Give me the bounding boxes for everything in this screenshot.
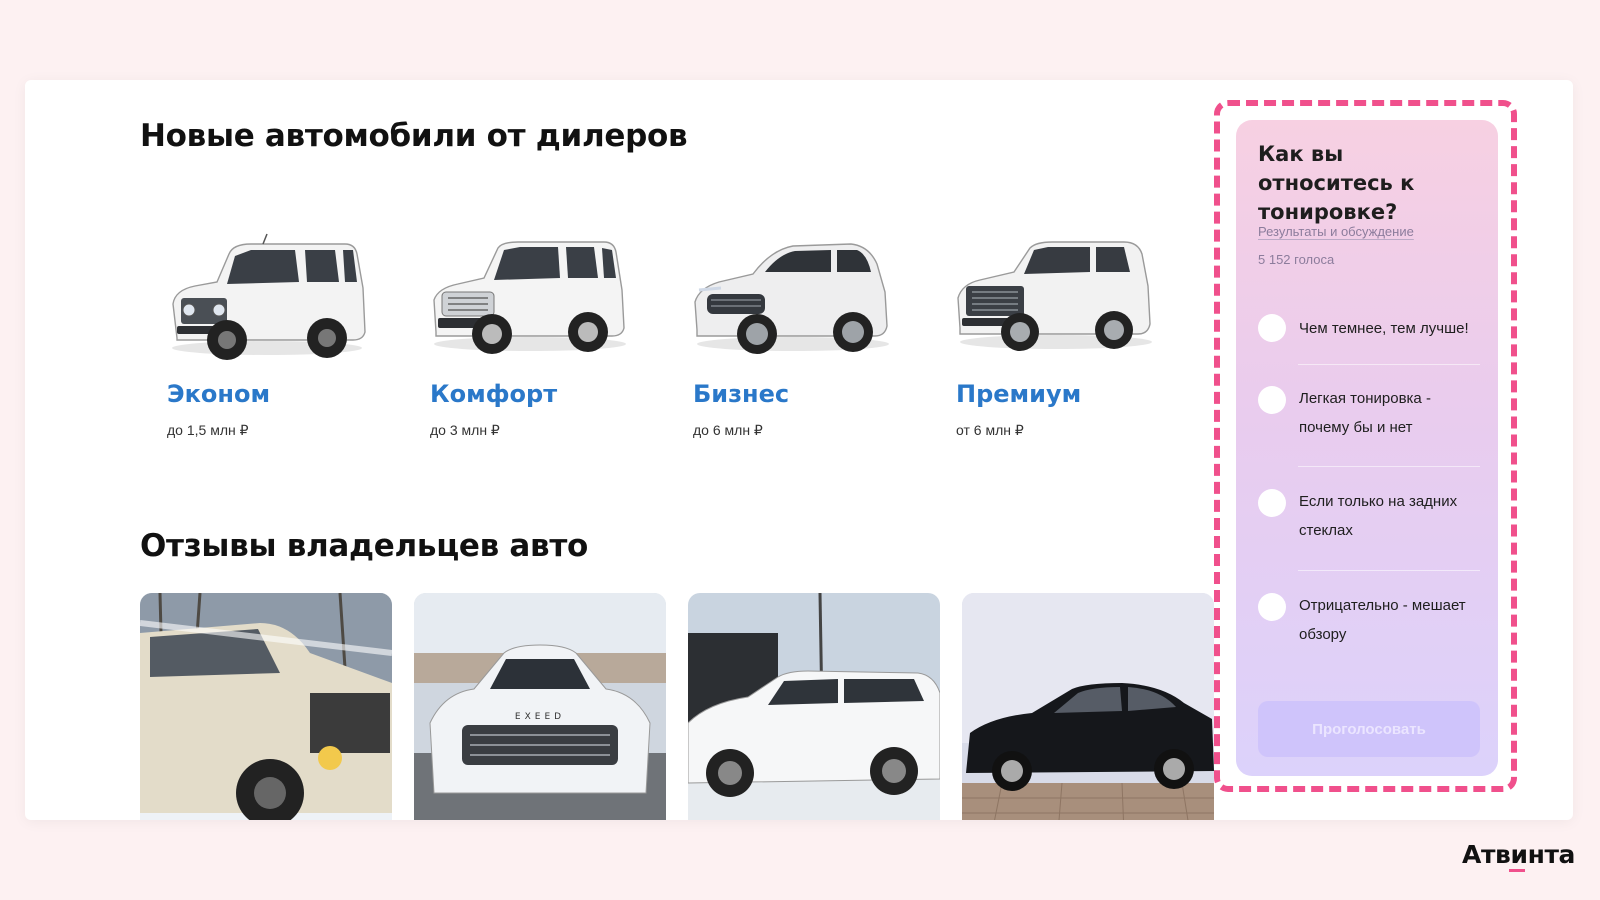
radio-button[interactable]	[1258, 386, 1286, 414]
review-photo-4[interactable]	[962, 593, 1214, 820]
poll-divider	[1298, 364, 1480, 365]
category-name[interactable]: Премиум	[956, 380, 1081, 408]
poll-vote-count: 5 152 голоса	[1258, 252, 1335, 267]
svg-text:EXEED: EXEED	[515, 712, 565, 722]
poll-option-4[interactable]: Отрицательно - мешает обзору	[1258, 591, 1478, 651]
review-photo-crossover: EXEED	[414, 593, 666, 820]
car-comfort-image	[433, 241, 626, 354]
review-photo-suv-snow	[140, 593, 392, 820]
poll-option-3[interactable]: Если только на задних стеклах	[1258, 487, 1478, 547]
category-price: от 6 млн ₽	[956, 422, 1024, 438]
category-premium[interactable]: Премиум от 6 млн ₽	[934, 210, 1174, 450]
category-price: до 1,5 млн ₽	[167, 422, 249, 438]
category-price: до 3 млн ₽	[430, 422, 500, 438]
poll-option-2[interactable]: Легкая тонировка - почему бы и нет	[1258, 384, 1478, 444]
category-comfort[interactable]: Комфорт до 3 млн ₽	[408, 210, 648, 450]
poll-results-link[interactable]: Результаты и обсуждение	[1258, 224, 1414, 239]
car-econom-image	[172, 233, 366, 360]
vote-button[interactable]: Проголосовать	[1258, 701, 1480, 757]
review-photo-white-suv	[688, 593, 940, 820]
category-business[interactable]: Бизнес до 6 млн ₽	[671, 210, 911, 450]
review-photo-1[interactable]	[140, 593, 392, 820]
poll-option-label: Легкая тонировка - почему бы и нет	[1299, 390, 1431, 436]
car-premium-image	[957, 241, 1152, 351]
review-photo-3[interactable]	[688, 593, 940, 820]
poll-option-1[interactable]: Чем темнее, тем лучше!	[1258, 314, 1478, 344]
poll-option-label: Чем темнее, тем лучше!	[1299, 320, 1469, 337]
category-price: до 6 млн ₽	[693, 422, 763, 438]
poll-question: Как вы относитесь к тонировке?	[1258, 142, 1415, 224]
poll-option-label: Если только на задних стеклах	[1299, 493, 1458, 539]
brand-logo: Атвинта	[1462, 840, 1576, 869]
reviews-title: Отзывы владельцев авто	[140, 528, 589, 564]
poll-divider	[1298, 466, 1480, 467]
category-name[interactable]: Эконом	[167, 380, 270, 408]
radio-button[interactable]	[1258, 314, 1286, 342]
poll-option-label: Отрицательно - мешает обзору	[1299, 597, 1466, 643]
category-econom[interactable]: Эконом до 1,5 млн ₽	[145, 210, 385, 450]
category-name[interactable]: Комфорт	[430, 380, 557, 408]
car-business-image	[694, 243, 889, 354]
review-photo-black-sedan	[962, 593, 1214, 820]
radio-button[interactable]	[1258, 489, 1286, 517]
poll-widget: Как вы относитесь к тонировке? Результат…	[1236, 120, 1498, 776]
category-name[interactable]: Бизнес	[693, 380, 789, 408]
new-cars-title: Новые автомобили от дилеров	[140, 118, 688, 154]
logo-accent-mark	[1509, 869, 1525, 872]
review-photo-2[interactable]: EXEED	[414, 593, 666, 820]
poll-divider	[1298, 570, 1480, 571]
radio-button[interactable]	[1258, 593, 1286, 621]
